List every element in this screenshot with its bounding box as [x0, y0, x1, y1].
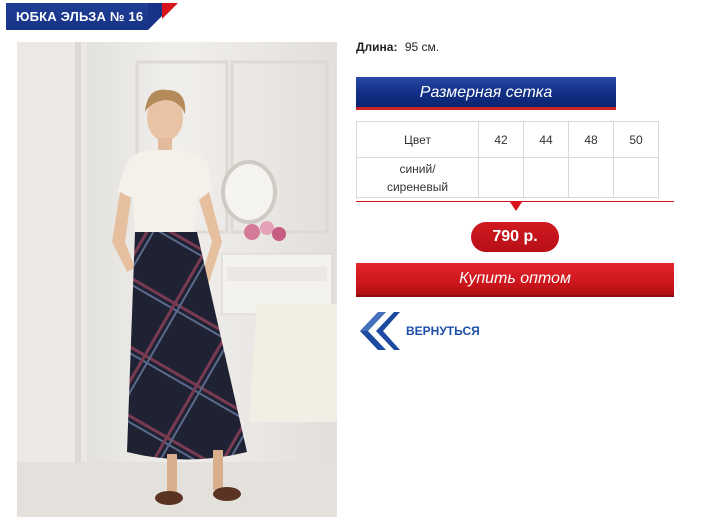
- size-cell-42[interactable]: [478, 157, 524, 198]
- double-chevron-left-icon: [360, 312, 400, 350]
- title-tab: ЮБКА ЭЛЬЗА № 16: [6, 3, 178, 30]
- table-row: синий/ сиреневый: [356, 157, 659, 198]
- sizes-table: Цвет 42 44 48 50 синий/ сиреневый: [356, 121, 659, 198]
- back-link-label[interactable]: ВЕРНУТЬСЯ: [406, 324, 480, 338]
- product-title: ЮБКА ЭЛЬЗА № 16: [16, 9, 144, 24]
- price-pointer-icon: [510, 202, 522, 211]
- size-cell-44[interactable]: [523, 157, 569, 198]
- size-cell-50[interactable]: [613, 157, 659, 198]
- header-cell-size-48: 48: [568, 121, 614, 158]
- product-page: ЮБКА ЭЛЬЗА № 16 Длина: 95 см. Размерная …: [0, 0, 718, 520]
- length-value: 95 см.: [404, 40, 440, 54]
- size-cell-48[interactable]: [568, 157, 614, 198]
- header-cell-size-50: 50: [613, 121, 659, 158]
- title-tab-red-corner: [162, 3, 178, 19]
- header-cell-color: Цвет: [356, 121, 479, 158]
- color-name: синий/ сиреневый: [386, 161, 449, 194]
- back-link[interactable]: ВЕРНУТЬСЯ: [356, 308, 496, 354]
- buy-wholesale-button[interactable]: Купить оптом: [356, 263, 674, 297]
- size-chart-button[interactable]: Размерная сетка: [356, 77, 616, 110]
- price-badge: 790 р.: [471, 222, 559, 252]
- product-photo-illustration: [17, 42, 337, 517]
- color-cell: синий/ сиреневый: [356, 157, 479, 198]
- header-cell-size-44: 44: [523, 121, 569, 158]
- product-photo[interactable]: [17, 42, 337, 517]
- sizes-table-header-row: Цвет 42 44 48 50: [356, 121, 659, 158]
- header-cell-size-42: 42: [478, 121, 524, 158]
- length-info: Длина: 95 см.: [356, 40, 439, 54]
- length-label: Длина:: [356, 40, 398, 54]
